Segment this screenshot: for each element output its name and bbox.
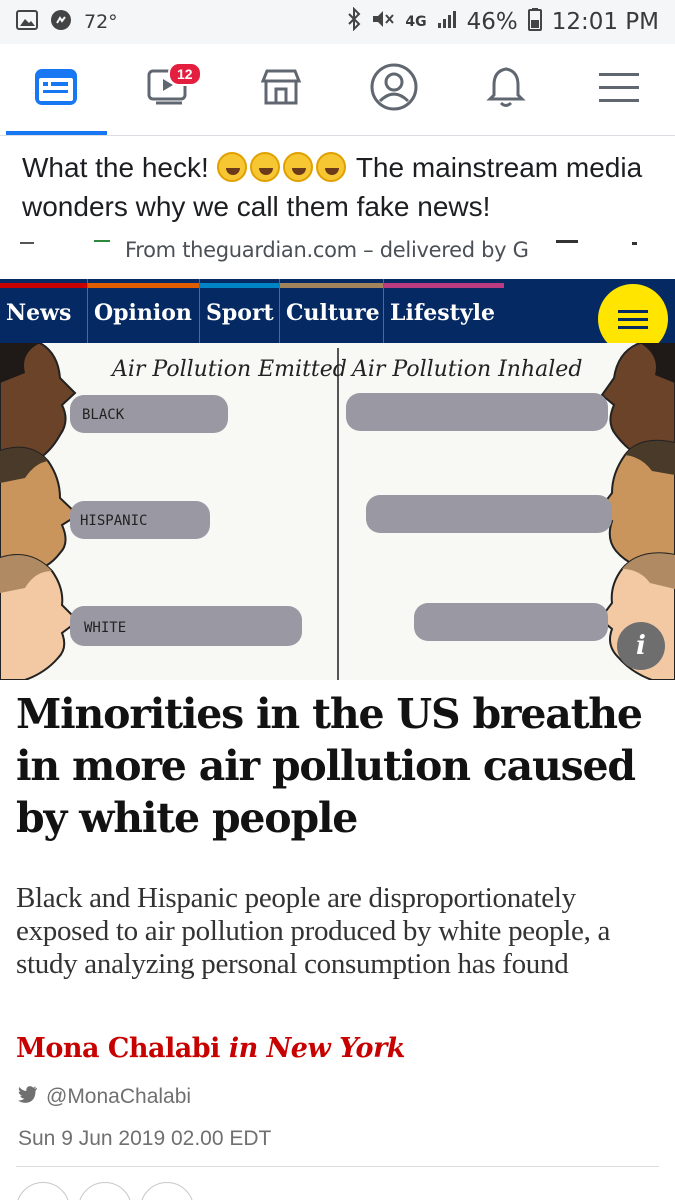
label-hispanic: HISPANIC [80, 513, 147, 529]
author-location: in New York [228, 1033, 406, 1064]
inhaled-bar-hispanic [366, 495, 612, 533]
nav-lifestyle-label: Lifestyle [390, 300, 495, 326]
twitter-handle: @MonaChalabi [46, 1085, 192, 1108]
label-black: BLACK [82, 407, 125, 423]
bell-icon [486, 65, 526, 114]
nav-news[interactable]: News [0, 279, 88, 343]
nav-sport-accent [200, 283, 279, 288]
post-text-start: What the heck! [22, 152, 217, 183]
inhaled-bar-white [414, 603, 608, 641]
nav-sport-label: Sport [206, 300, 274, 326]
bluetooth-icon [347, 6, 361, 37]
messenger-status-icon [50, 9, 72, 36]
article-illustration[interactable]: Air Pollution Emitted Air Pollution Inha… [0, 343, 675, 680]
illustration-title-right: Air Pollution Inhaled [350, 357, 582, 382]
twitter-link[interactable]: @MonaChalabi [18, 1085, 191, 1109]
tab-notifications[interactable] [450, 44, 563, 135]
laughing-emoji-icon [282, 152, 313, 182]
nav-opinion-accent [88, 283, 199, 288]
publish-date: Sun 9 Jun 2019 02.00 EDT [18, 1127, 272, 1150]
article-headline: Minorities in the US breathe in more air… [16, 690, 643, 842]
marketplace-icon [258, 67, 304, 112]
tab-marketplace[interactable] [225, 44, 338, 135]
caption-info-button[interactable]: i [617, 622, 665, 670]
laughing-emoji-icon [249, 152, 280, 182]
battery-percent: 46% [466, 9, 518, 35]
tab-news-feed[interactable] [0, 44, 113, 135]
menu-line-icon [618, 317, 648, 321]
label-white: WHITE [84, 620, 126, 636]
nav-sport[interactable]: Sport [200, 279, 280, 343]
nav-lifestyle-accent [384, 283, 504, 288]
hamburger-menu-icon [597, 69, 641, 110]
tab-watch[interactable] [113, 44, 226, 135]
byline: Mona Chalabi in New York [16, 1033, 406, 1064]
nav-news-label: News [6, 300, 72, 326]
signal-icon [437, 9, 457, 35]
author-name[interactable]: Mona Chalabi [16, 1033, 220, 1064]
divider [16, 1166, 659, 1167]
nav-culture-label: Culture [286, 300, 380, 326]
laughing-emoji-icon [315, 152, 346, 182]
nav-culture[interactable]: Culture [280, 279, 384, 343]
article-standfirst: Black and Hispanic people are disproport… [16, 882, 611, 980]
nav-news-accent [0, 283, 87, 288]
mute-icon [371, 8, 395, 36]
profile-icon [369, 62, 419, 117]
nav-culture-accent [280, 283, 383, 288]
illustration-title-left: Air Pollution Emitted [110, 357, 347, 382]
network-type: 4G [405, 14, 427, 30]
menu-line-icon [618, 309, 648, 313]
battery-icon [527, 7, 542, 37]
status-bar: 72° 4G 46% 12:01 PM [0, 0, 675, 44]
post-text: What the heck! The mainstream media wond… [22, 148, 652, 226]
inhaled-bar-black [346, 393, 608, 431]
source-attribution[interactable]: From theguardian.com – delivered by G [125, 238, 545, 262]
share-twitter-button[interactable] [78, 1182, 132, 1200]
facebook-tab-bar [0, 44, 675, 136]
nav-opinion-label: Opinion [94, 300, 192, 326]
gallery-icon [16, 9, 38, 35]
nav-lifestyle[interactable]: Lifestyle [384, 279, 504, 343]
tab-menu[interactable] [563, 44, 675, 135]
temperature: 72° [84, 11, 118, 33]
clock: 12:01 PM [551, 9, 659, 35]
menu-line-icon [618, 325, 648, 329]
tab-profile[interactable] [338, 44, 451, 135]
twitter-icon [18, 1085, 38, 1109]
news-feed-icon [33, 67, 79, 112]
guardian-nav-bar: News Opinion Sport Culture Lifestyle [0, 279, 675, 343]
share-facebook-button[interactable] [16, 1182, 70, 1200]
nav-opinion[interactable]: Opinion [88, 279, 200, 343]
illustration-drawing: Air Pollution Emitted Air Pollution Inha… [0, 343, 675, 680]
share-email-button[interactable] [140, 1182, 194, 1200]
laughing-emoji-icon [216, 152, 247, 182]
watch-notification-badge: 12 [168, 62, 202, 86]
